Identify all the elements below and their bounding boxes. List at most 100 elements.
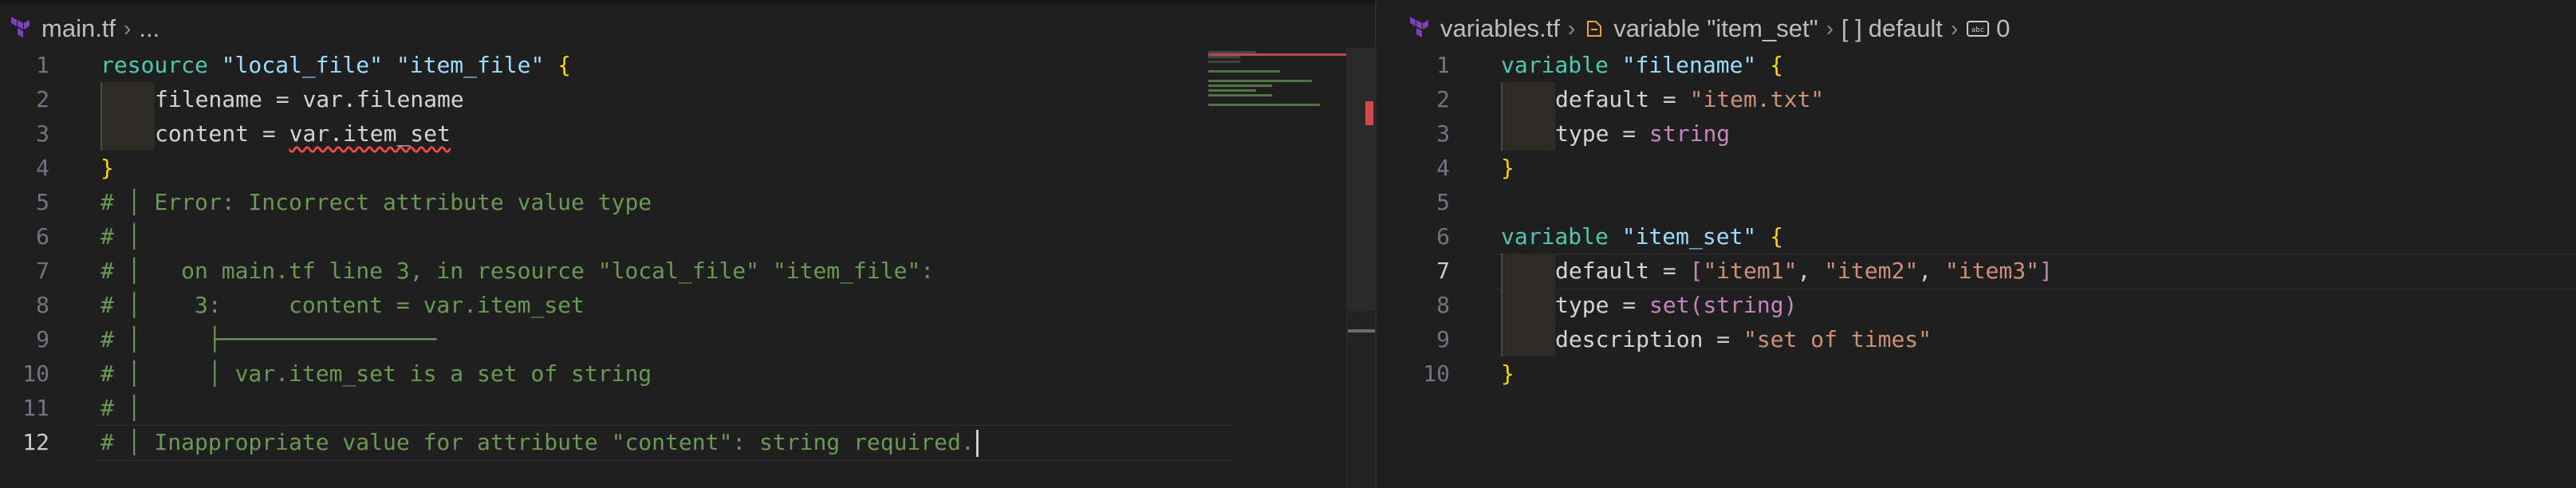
code-token: { [1770, 52, 1784, 78]
indent-guide [1501, 322, 1555, 356]
line-number: 9 [1436, 326, 1450, 352]
code-token: "item_file" [396, 52, 545, 78]
editor-pane-variables-tf[interactable]: variables.tf › variable "item_set" › [ ]… [1375, 0, 2576, 488]
indent-guide [100, 82, 155, 116]
chevron-right-icon: › [1567, 16, 1576, 41]
line-text[interactable]: # │ Error: Incorrect attribute value typ… [100, 185, 652, 219]
code-token: "item3" [1944, 258, 2039, 284]
code-token: # │ │ var.item_set is a set of string [100, 360, 652, 387]
code-line[interactable]: 4} [0, 151, 1375, 185]
minimap[interactable] [1208, 48, 1352, 128]
code-line[interactable]: 2 default = "item.txt" [1377, 82, 2576, 116]
line-text[interactable]: filename = var.filename [100, 82, 464, 116]
code-token: "item_set" [1621, 223, 1757, 250]
code-line[interactable]: 5 [1377, 185, 2576, 219]
code-token: description [1555, 326, 1704, 352]
editor-area: main.tf › ... 1 resource "local_file" "it… [0, 0, 2576, 488]
line-text[interactable]: type = string [1501, 116, 1730, 151]
line-text[interactable]: # │ Inappropriate value for attribute "c… [100, 425, 979, 459]
code-line[interactable]: 9 # │ ├──────────────── [0, 322, 1375, 356]
code-token: string [1649, 120, 1731, 147]
line-text[interactable]: # │ [100, 391, 141, 425]
code-token: = [249, 120, 290, 147]
line-text[interactable]: # │ ├──────────────── [100, 322, 436, 356]
code-token: = [1609, 120, 1650, 147]
line-text[interactable]: content = var.item_set [100, 116, 451, 151]
code-token: type [1555, 120, 1609, 147]
indent-guide [1501, 288, 1555, 322]
error-overview-line [1208, 53, 1368, 56]
line-number: 11 [22, 395, 49, 421]
code-token: filename [155, 86, 262, 112]
indent-guide [1501, 82, 1555, 116]
code-line[interactable]: 4} [1377, 151, 2576, 185]
line-text[interactable]: default = "item.txt" [1501, 82, 1824, 116]
code-line[interactable]: 8 type = set(string) [1377, 288, 2576, 322]
line-text[interactable]: type = set(string) [1501, 288, 1797, 322]
line-text[interactable]: variable "item_set" { [1501, 219, 1783, 254]
code-line[interactable]: 11 # │ [0, 391, 1375, 425]
line-number: 6 [1436, 223, 1450, 250]
array-brackets-icon: [ ] [1841, 14, 1862, 42]
code-line[interactable]: 1 variable "filename" { [1377, 48, 2576, 82]
line-text[interactable]: # │ │ var.item_set is a set of string [100, 356, 652, 391]
line-text[interactable]: } [1501, 356, 1514, 391]
code-line[interactable]: 8 # │ 3: content = var.item_set [0, 288, 1375, 322]
code-line[interactable]: 1 resource "local_file" "item_file" { [0, 48, 1375, 82]
code-token: "filename" [1621, 52, 1757, 78]
breadcrumb-property[interactable]: [ ] default [1841, 14, 1943, 43]
line-text[interactable]: # │ [100, 219, 141, 254]
scrollbar-thumb[interactable] [1347, 48, 1375, 311]
code-token: set(string) [1649, 292, 1798, 318]
code-line[interactable]: 7 default = ["item1", "item2", "item3"] [1377, 254, 2576, 289]
code-line[interactable]: 7 # │ on main.tf line 3, in resource "loc… [0, 254, 1375, 288]
code-lines[interactable]: 1 resource "local_file" "item_file" {2 fil… [0, 48, 1375, 461]
code-line[interactable]: 5 # │ Error: Incorrect attribute value ty… [0, 185, 1375, 219]
code-line[interactable]: 6 variable "item_set" { [1377, 219, 2576, 254]
line-number: 3 [36, 120, 49, 147]
line-number: 9 [36, 326, 49, 352]
code-line[interactable]: 6 # │ [0, 219, 1375, 254]
code-line[interactable]: 9 description = "set of times" [1377, 322, 2576, 356]
code-token: } [100, 155, 114, 181]
breadcrumb-file-label: variables.tf [1440, 14, 1560, 42]
editor-pane-main-tf[interactable]: main.tf › ... 1 resource "local_file" "it… [0, 0, 1375, 488]
breadcrumb-index-label: 0 [1996, 14, 2011, 42]
code-token: # │ on main.tf line 3, in resource "loca… [100, 258, 935, 284]
code-token: = [1649, 258, 1690, 284]
line-text[interactable]: variable "filename" { [1501, 48, 1783, 82]
line-text[interactable]: } [1501, 151, 1514, 185]
code-line[interactable]: 3 content = var.item_set [0, 116, 1375, 151]
line-number: 12 [22, 429, 49, 455]
breadcrumb-file[interactable]: main.tf [10, 14, 116, 43]
text-cursor [975, 430, 979, 457]
line-text[interactable]: # │ 3: content = var.item_set [100, 288, 585, 322]
line-text[interactable]: } [100, 151, 114, 185]
code-token: variable [1501, 223, 1609, 250]
breadcrumb-index[interactable]: abc 0 [1966, 14, 2010, 43]
line-number: 10 [22, 360, 49, 387]
code-line[interactable]: 10 # │ │ var.item_set is a set of string [0, 356, 1375, 391]
line-text[interactable]: description = "set of times" [1501, 322, 1932, 356]
terraform-icon [1410, 17, 1428, 37]
code-token: "item2" [1824, 258, 1919, 284]
code-line[interactable]: 12 # │ Inappropriate value for attribute … [0, 425, 1375, 461]
breadcrumb-symbol[interactable]: variable "item_set" [1583, 14, 1818, 43]
code-lines[interactable]: 1 variable "filename" {2 default = "item.t… [1377, 48, 2576, 391]
code-token: # │ ├──────────────── [100, 326, 437, 352]
code-token: "item1" [1703, 258, 1798, 284]
code-line[interactable]: 10} [1377, 356, 2576, 391]
line-text[interactable]: # │ on main.tf line 3, in resource "loca… [100, 254, 934, 288]
breadcrumb-more[interactable]: ... [139, 14, 160, 43]
breadcrumb-file[interactable]: variables.tf [1408, 14, 1560, 43]
line-number: 5 [1436, 189, 1450, 215]
line-text[interactable]: resource "local_file" "item_file" { [100, 48, 571, 82]
line-number: 10 [1423, 360, 1450, 387]
line-text[interactable]: default = ["item1", "item2", "item3"] [1501, 254, 2053, 288]
code-token: "item.txt" [1689, 86, 1825, 112]
breadcrumb-property-label: default [1868, 14, 1943, 42]
code-line[interactable]: 2 filename = var.filename [0, 82, 1375, 116]
code-line[interactable]: 3 type = string [1377, 116, 2576, 151]
error-marker[interactable] [1365, 101, 1373, 125]
